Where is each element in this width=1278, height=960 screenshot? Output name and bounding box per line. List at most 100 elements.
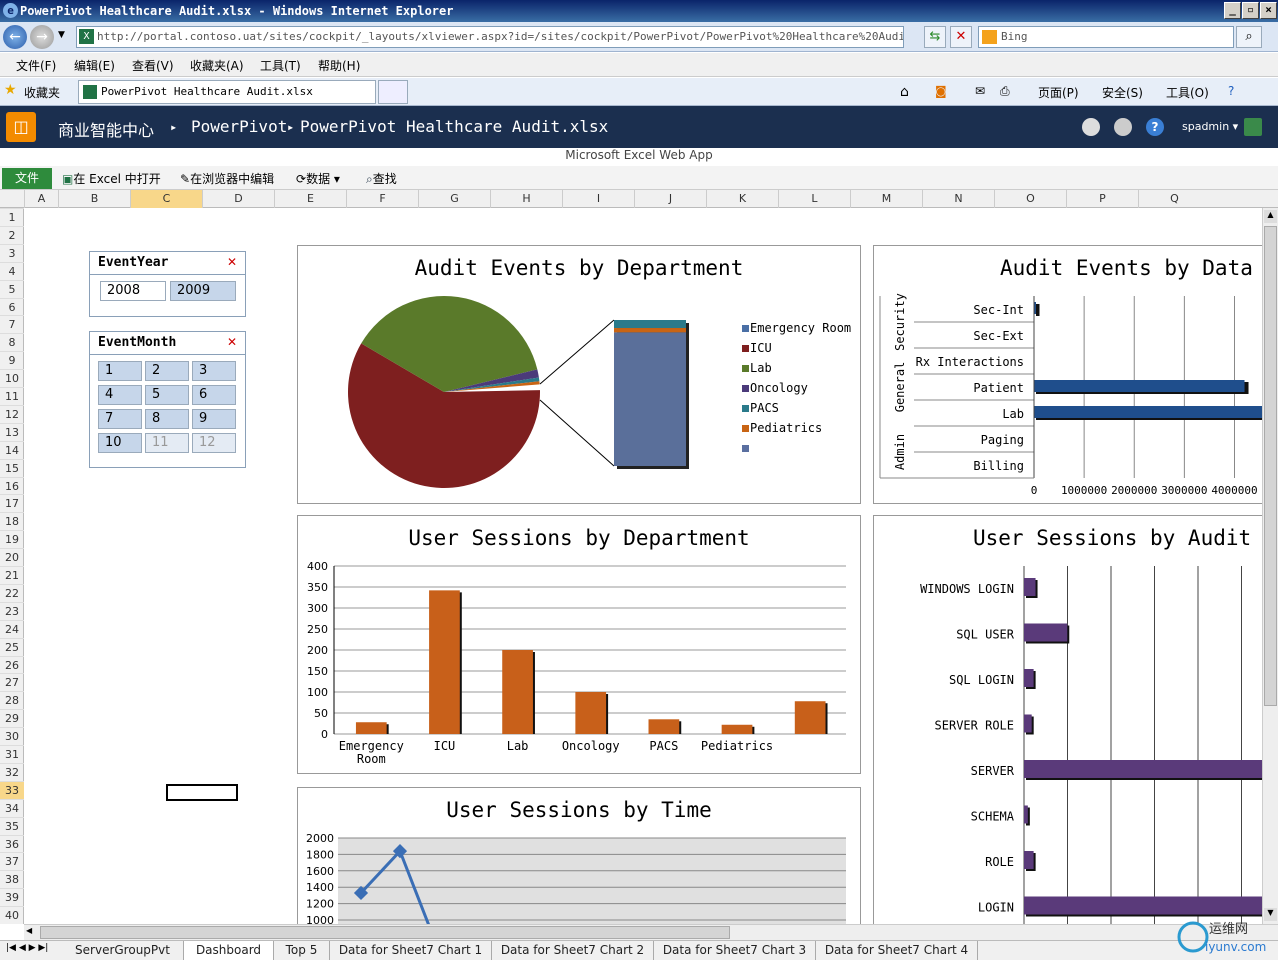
active-cell[interactable] [166, 784, 238, 801]
stop-button[interactable]: ✕ [950, 26, 972, 48]
row-header-9[interactable]: 9 [0, 351, 24, 369]
row-header-12[interactable]: 12 [0, 404, 24, 423]
row-header-34[interactable]: 34 [0, 798, 24, 817]
row-header-36[interactable]: 36 [0, 834, 24, 853]
column-header-e[interactable]: E [274, 190, 346, 208]
row-header-23[interactable]: 23 [0, 601, 24, 620]
slicer-item-month[interactable]: 5 [145, 385, 189, 405]
row-header-37[interactable]: 37 [0, 852, 24, 870]
row-header-26[interactable]: 26 [0, 655, 24, 674]
row-header-27[interactable]: 27 [0, 673, 24, 691]
feeds-icon[interactable]: ◙ [935, 84, 947, 98]
row-header-3[interactable]: 3 [0, 243, 24, 262]
breadcrumb-site[interactable]: 商业智能中心 [58, 117, 154, 141]
search-icon[interactable]: ⌕ [1236, 26, 1262, 48]
row-header-4[interactable]: 4 [0, 261, 24, 280]
slicer-item-2008[interactable]: 2008 [100, 281, 166, 301]
row-header-24[interactable]: 24 [0, 619, 24, 638]
data-menu-button[interactable]: ⟳数据 ▾ [296, 170, 340, 187]
sheet-tab[interactable]: Data for Sheet7 Chart 2 [492, 941, 654, 960]
row-header-19[interactable]: 19 [0, 530, 24, 548]
page-menu[interactable]: 页面(P) [1038, 84, 1079, 101]
help-icon[interactable]: ? [1228, 84, 1234, 98]
slicer-item-month[interactable]: 1 [98, 361, 142, 381]
tag-icon[interactable] [1082, 118, 1100, 136]
slicer-item-month[interactable]: 9 [192, 409, 236, 429]
column-header-b[interactable]: B [58, 190, 130, 208]
column-header-d[interactable]: D [202, 190, 274, 208]
history-dropdown-icon[interactable]: ▼ [58, 30, 65, 40]
row-header-38[interactable]: 38 [0, 870, 24, 888]
column-header-m[interactable]: M [850, 190, 922, 208]
row-header-25[interactable]: 25 [0, 637, 24, 656]
column-header-n[interactable]: N [922, 190, 994, 208]
row-header-10[interactable]: 10 [0, 369, 24, 387]
edit-in-browser-button[interactable]: ✎在浏览器中编辑 [180, 170, 274, 187]
browser-tab[interactable]: PowerPivot Healthcare Audit.xlsx [78, 80, 376, 104]
vertical-scrollbar[interactable]: ▲ ▼ [1262, 208, 1278, 924]
scroll-up-icon[interactable]: ▲ [1264, 210, 1277, 223]
favorites-button[interactable]: 收藏夹 [24, 84, 60, 101]
row-header-2[interactable]: 2 [0, 225, 24, 244]
find-button[interactable]: ⌕查找 [366, 170, 397, 187]
slicer-item-month[interactable]: 10 [98, 433, 142, 453]
maximize-button[interactable]: ▫ [1242, 2, 1259, 19]
vertical-scroll-thumb[interactable] [1264, 226, 1277, 706]
column-header-c[interactable]: C [130, 190, 202, 208]
tab-nav-first-icon[interactable]: |◀ ◀ ▶ ▶| [6, 943, 48, 953]
slicer-item-month[interactable]: 2 [145, 361, 189, 381]
column-header-p[interactable]: P [1066, 190, 1138, 208]
row-header-8[interactable]: 8 [0, 333, 24, 351]
help-circle-icon[interactable]: ? [1146, 118, 1164, 136]
menu-file[interactable]: 文件(F) [16, 57, 56, 74]
slicer-item-month[interactable]: 8 [145, 409, 189, 429]
sheet-tab[interactable]: Dashboard [184, 941, 274, 960]
breadcrumb-powerpivot[interactable]: PowerPivot [191, 117, 287, 136]
sheet-tab[interactable]: Data for Sheet7 Chart 3 [654, 941, 816, 960]
sheet-tab[interactable]: ServerGroupPvt [62, 941, 184, 960]
column-header-f[interactable]: F [346, 190, 418, 208]
row-header-6[interactable]: 6 [0, 297, 24, 316]
column-header-j[interactable]: J [634, 190, 706, 208]
forward-button[interactable]: → [30, 25, 54, 49]
minimize-button[interactable]: _ [1224, 2, 1241, 19]
clear-filter-icon[interactable]: ✕ [227, 335, 237, 349]
safety-menu[interactable]: 安全(S) [1102, 84, 1143, 101]
refresh-button[interactable]: ⇆ [924, 26, 946, 48]
column-header-a[interactable]: A [24, 190, 58, 208]
slicer-item-month[interactable]: 4 [98, 385, 142, 405]
column-header-g[interactable]: G [418, 190, 490, 208]
tools-menu[interactable]: 工具(O) [1166, 84, 1209, 101]
column-header-q[interactable]: Q [1138, 190, 1210, 208]
slicer-item-month[interactable]: 12 [192, 433, 236, 453]
column-header-o[interactable]: O [994, 190, 1066, 208]
row-header-32[interactable]: 32 [0, 762, 24, 781]
clear-filter-icon[interactable]: ✕ [227, 255, 237, 269]
slicer-item-month[interactable]: 11 [145, 433, 189, 453]
column-header-l[interactable]: L [778, 190, 850, 208]
slicer-item-month[interactable]: 3 [192, 361, 236, 381]
row-header-35[interactable]: 35 [0, 816, 24, 835]
row-header-17[interactable]: 17 [0, 494, 24, 512]
column-header-k[interactable]: K [706, 190, 778, 208]
file-button[interactable]: 文件 [2, 168, 52, 189]
row-header-15[interactable]: 15 [0, 458, 24, 477]
row-header-28[interactable]: 28 [0, 691, 24, 709]
row-header-16[interactable]: 16 [0, 476, 24, 495]
scroll-left-icon[interactable]: ◀ [26, 926, 38, 939]
menu-view[interactable]: 查看(V) [132, 57, 174, 74]
row-header-13[interactable]: 13 [0, 422, 24, 441]
row-header-5[interactable]: 5 [0, 279, 24, 298]
row-header-30[interactable]: 30 [0, 727, 24, 745]
row-header-1[interactable]: 1 [0, 208, 24, 226]
search-input[interactable]: Bing [978, 26, 1234, 48]
excel-app-icon[interactable] [1244, 118, 1262, 136]
column-header-h[interactable]: H [490, 190, 562, 208]
row-header-20[interactable]: 20 [0, 548, 24, 566]
back-button[interactable]: ← [3, 25, 27, 49]
row-header-18[interactable]: 18 [0, 512, 24, 530]
row-header-11[interactable]: 11 [0, 387, 24, 405]
user-menu[interactable]: spadmin ▾ [1182, 120, 1238, 133]
menu-edit[interactable]: 编辑(E) [74, 57, 115, 74]
row-header-14[interactable]: 14 [0, 440, 24, 459]
